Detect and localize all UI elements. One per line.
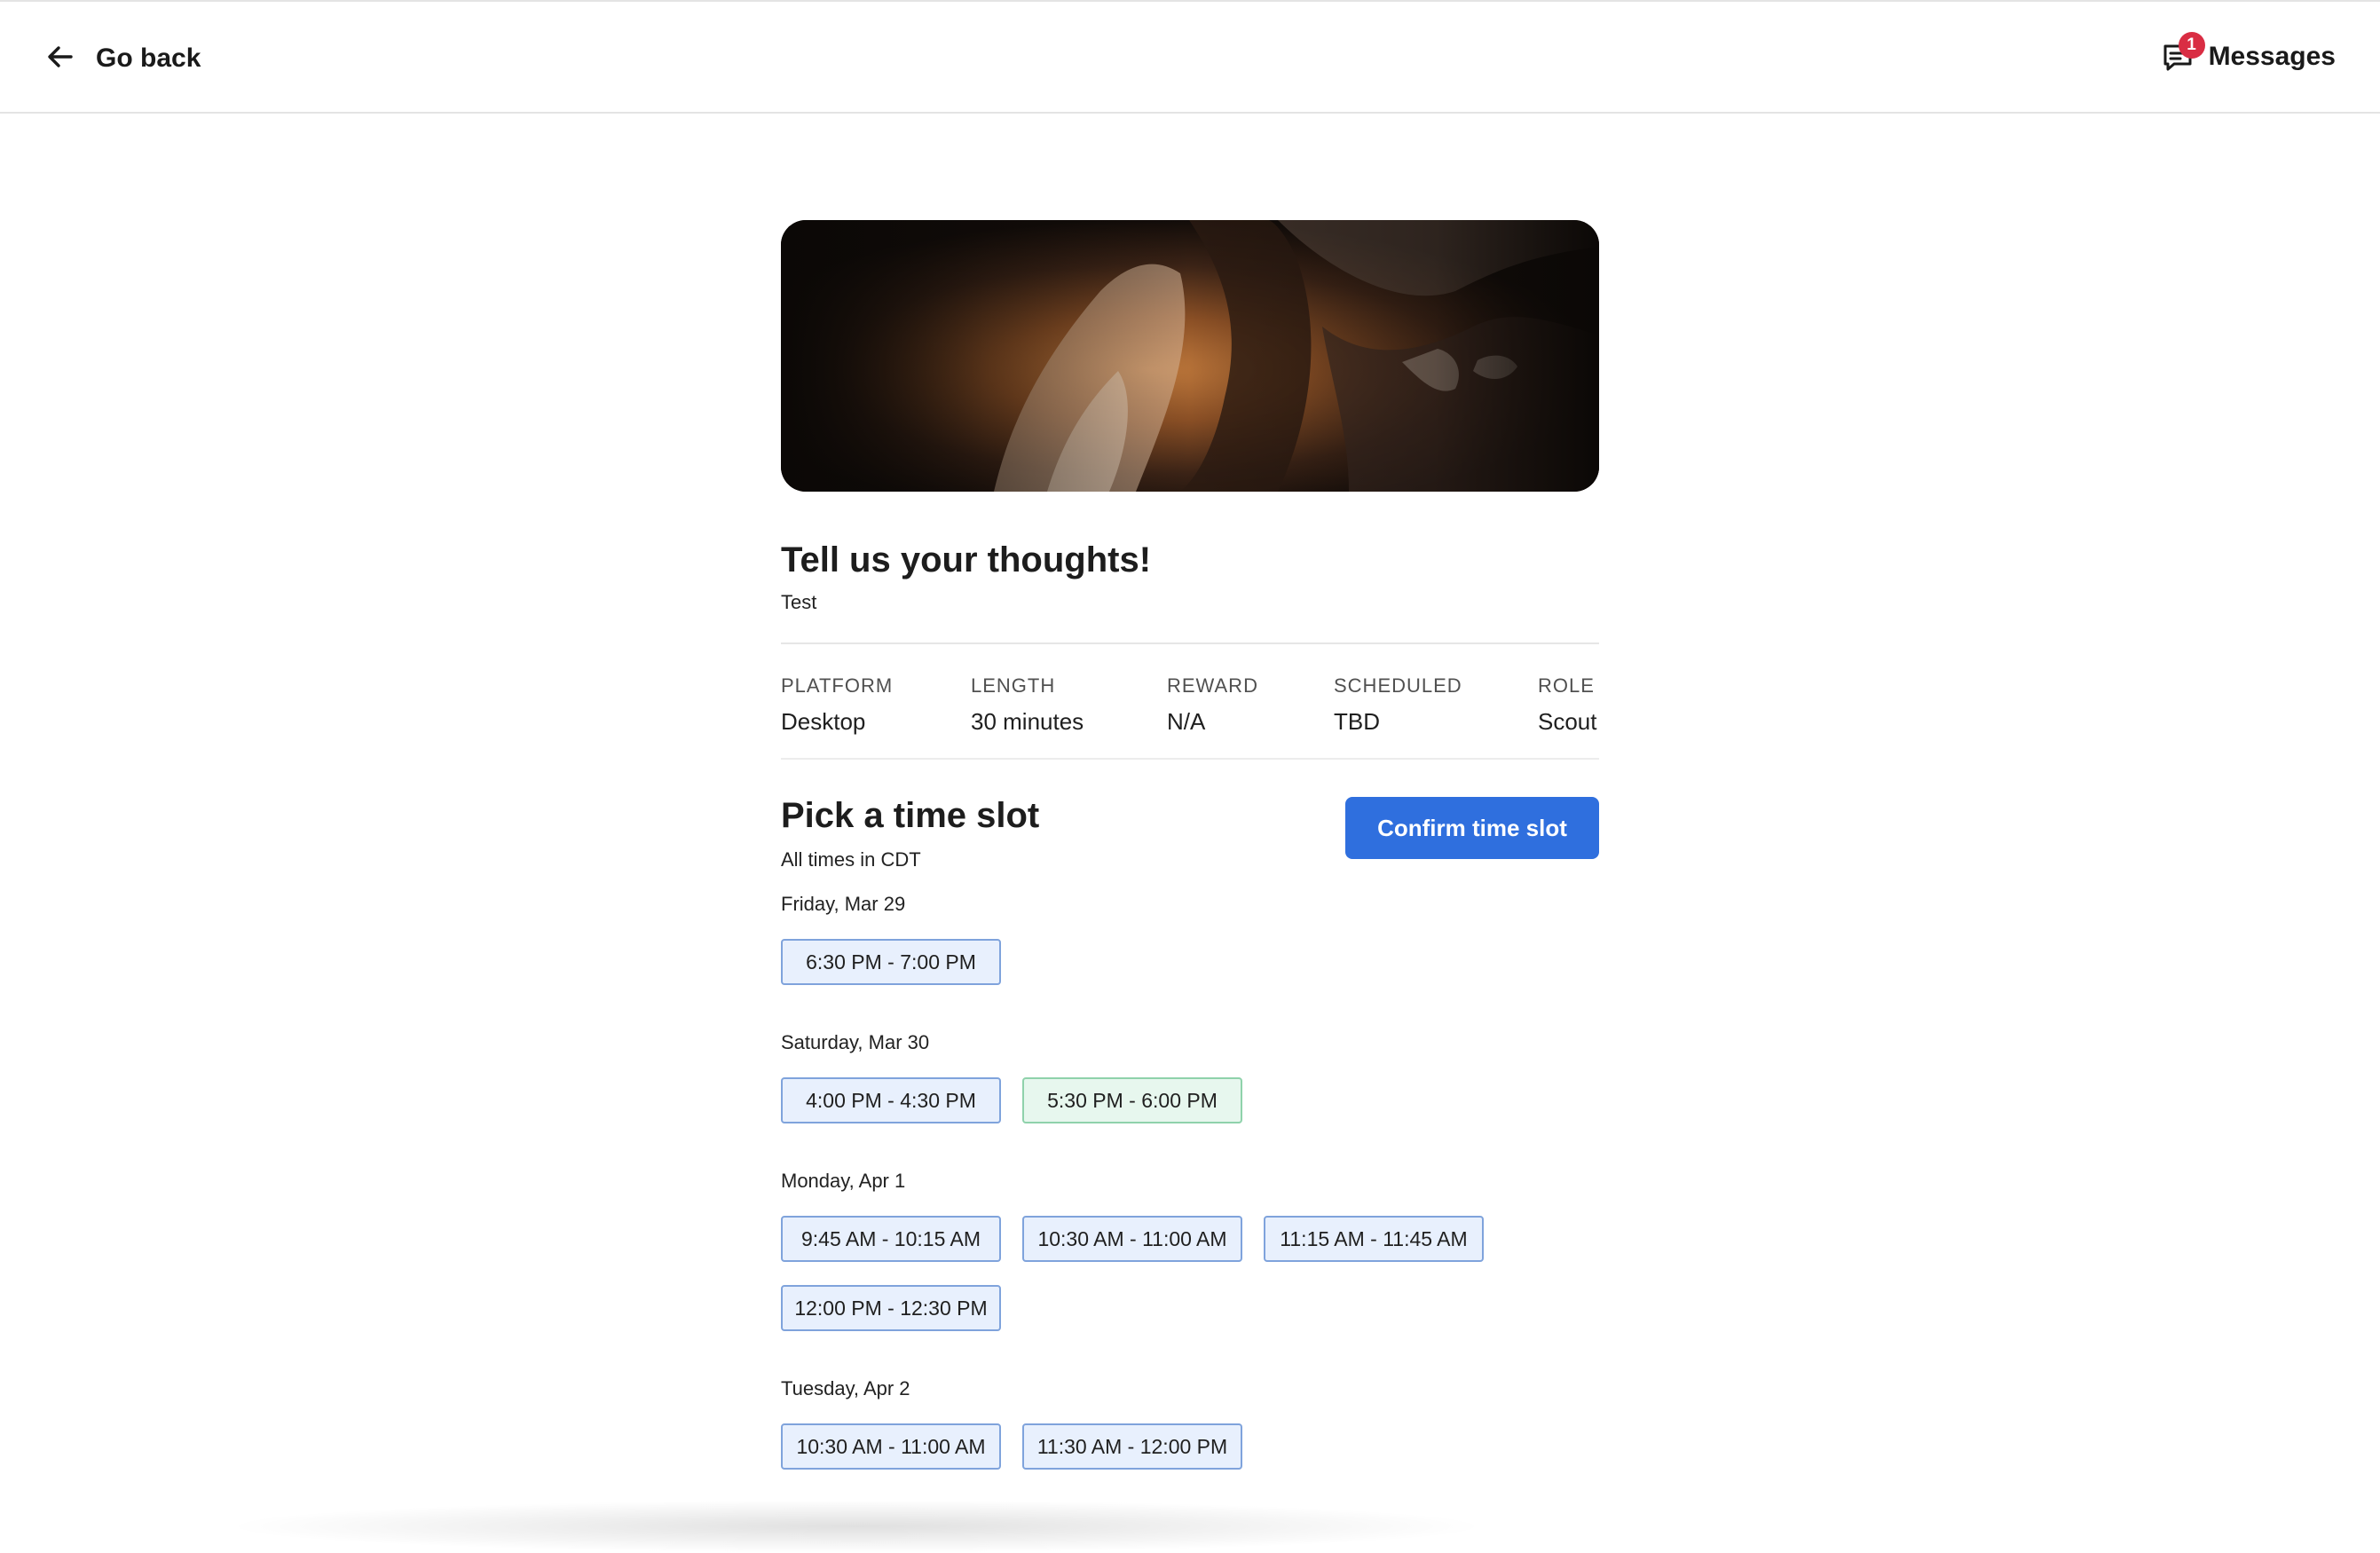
time-slot-button[interactable]: 12:00 PM - 12:30 PM — [781, 1285, 1001, 1331]
study-meta: PLATFORM Desktop LENGTH 30 minutes REWAR… — [781, 674, 1599, 735]
messages-badge: 1 — [2178, 32, 2205, 59]
time-slot-button[interactable]: 6:30 PM - 7:00 PM — [781, 939, 1001, 985]
meta-value: 30 minutes — [971, 708, 1084, 735]
time-slot-button[interactable]: 4:00 PM - 4:30 PM — [781, 1077, 1001, 1123]
day-label: Saturday, Mar 30 — [781, 1031, 930, 1053]
meta-reward: REWARD N/A — [1167, 674, 1258, 736]
day-label: Friday, Mar 29 — [781, 893, 906, 915]
meta-length: LENGTH 30 minutes — [971, 674, 1084, 736]
messages-label: Messages — [2208, 42, 2336, 71]
slot-list: 4:00 PM - 4:30 PM 5:30 PM - 6:00 PM — [781, 1077, 1509, 1123]
meta-value: Scout — [1538, 708, 1597, 735]
divider — [781, 758, 1599, 760]
messages-button[interactable]: 1 Messages — [2161, 32, 2336, 78]
meta-label: SCHEDULED — [1334, 674, 1462, 697]
main-content: Tell us your thoughts! Test PLATFORM Des… — [781, 220, 1599, 1470]
time-slot-button[interactable]: 10:30 AM - 11:00 AM — [1022, 1216, 1242, 1262]
time-slot-button[interactable]: 11:15 AM - 11:45 AM — [1264, 1216, 1484, 1262]
time-slot-button[interactable]: 10:30 AM - 11:00 AM — [781, 1423, 1001, 1470]
meta-scheduled: SCHEDULED TBD — [1334, 674, 1462, 736]
confirm-time-slot-button[interactable]: Confirm time slot — [1345, 797, 1599, 859]
meta-label: LENGTH — [971, 674, 1056, 697]
meta-value: N/A — [1167, 708, 1206, 735]
day-group-tue-apr-2: Tuesday, Apr 2 10:30 AM - 11:00 AM 11:30… — [781, 1377, 1599, 1470]
slot-list: 6:30 PM - 7:00 PM — [781, 939, 1509, 985]
meta-label: PLATFORM — [781, 674, 894, 697]
hero-image — [781, 220, 1599, 492]
time-slot-button-selected[interactable]: 5:30 PM - 6:00 PM — [1022, 1077, 1242, 1123]
chat-icon — [2161, 44, 2196, 78]
time-slot-header: Pick a time slot All times in CDT Confir… — [781, 795, 1599, 875]
top-bar: Go back 1 Messages — [0, 0, 2380, 114]
day-group-fri-mar-29: Friday, Mar 29 6:30 PM - 7:00 PM — [781, 893, 1599, 985]
study-title: Tell us your thoughts! — [781, 540, 1152, 579]
meta-value: TBD — [1334, 708, 1380, 735]
arrow-left-icon — [44, 41, 76, 77]
time-slot-button[interactable]: 11:30 AM - 12:00 PM — [1022, 1423, 1242, 1470]
meta-role: ROLE Scout — [1538, 674, 1597, 736]
time-slot-button[interactable]: 9:45 AM - 10:15 AM — [781, 1216, 1001, 1262]
meta-label: REWARD — [1167, 674, 1258, 697]
day-label: Tuesday, Apr 2 — [781, 1377, 910, 1399]
meta-label: ROLE — [1538, 674, 1595, 697]
divider — [781, 642, 1599, 644]
slot-list: 9:45 AM - 10:15 AM 10:30 AM - 11:00 AM 1… — [781, 1216, 1509, 1331]
day-group-sat-mar-30: Saturday, Mar 30 4:00 PM - 4:30 PM 5:30 … — [781, 1031, 1599, 1123]
go-back-label: Go back — [96, 43, 201, 73]
meta-value: Desktop — [781, 708, 866, 735]
slot-list: 10:30 AM - 11:00 AM 11:30 AM - 12:00 PM — [781, 1423, 1509, 1470]
bottom-shadow — [222, 1500, 1491, 1553]
go-back-button[interactable]: Go back — [44, 39, 201, 78]
day-group-mon-apr-1: Monday, Apr 1 9:45 AM - 10:15 AM 10:30 A… — [781, 1170, 1599, 1331]
study-subtitle: Test — [781, 591, 817, 613]
meta-platform: PLATFORM Desktop — [781, 674, 893, 736]
messages-icon-wrap: 1 — [2161, 32, 2205, 78]
day-label: Monday, Apr 1 — [781, 1170, 906, 1192]
